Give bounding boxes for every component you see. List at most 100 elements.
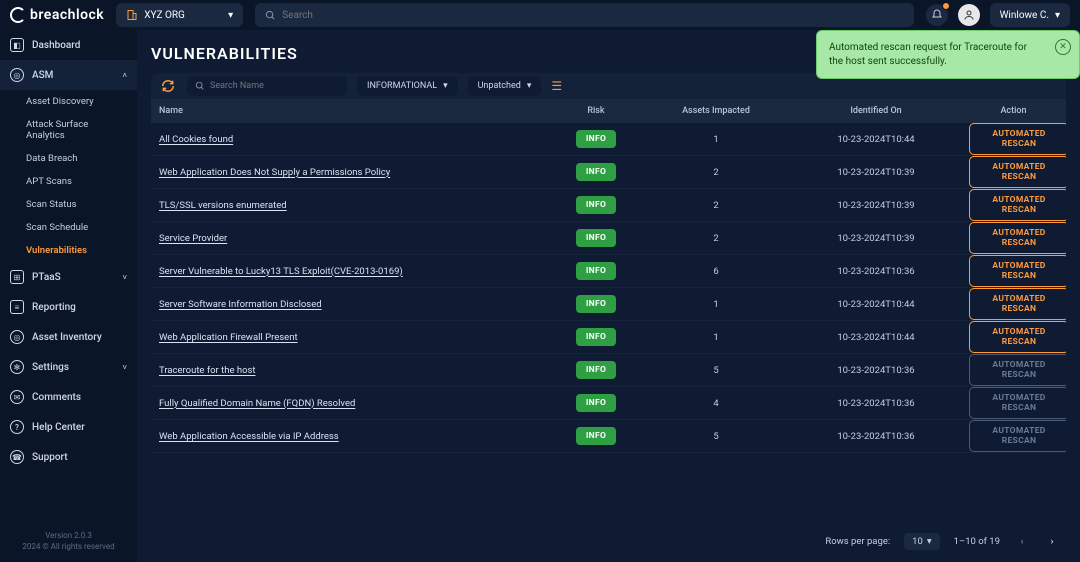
nav-settings[interactable]: ✻ Settings ˅	[0, 352, 137, 382]
filter-label: INFORMATIONAL	[367, 81, 437, 91]
copyright-text: 2024 © All rights reserved	[4, 541, 133, 552]
page-range: 1–10 of 19	[954, 536, 1000, 547]
org-selector[interactable]: XYZ ORG ▾	[116, 3, 243, 27]
nav-help[interactable]: ? Help Center	[0, 412, 137, 442]
table-search-input[interactable]	[210, 81, 339, 91]
nav-dashboard[interactable]: ◧ Dashboard	[0, 30, 137, 60]
rows-per-page-select[interactable]: 10 ▾	[904, 533, 939, 550]
col-date[interactable]: Identified On	[791, 99, 961, 123]
nav-asm-sub[interactable]: Scan Status	[0, 193, 137, 216]
chevron-down-icon: ▾	[1055, 10, 1060, 21]
table-row: TLS/SSL versions enumeratedINFO210-23-20…	[151, 189, 1066, 222]
vuln-link[interactable]: Service Provider	[159, 233, 227, 244]
nav-asset-inventory[interactable]: ◎ Asset Inventory	[0, 322, 137, 352]
vuln-link[interactable]: Web Application Does Not Supply a Permis…	[159, 167, 390, 178]
col-name[interactable]: Name	[151, 99, 551, 123]
table-row: Web Application Firewall PresentINFO110-…	[151, 321, 1066, 354]
automated-rescan-button[interactable]: AUTOMATED RESCAN	[969, 156, 1066, 188]
nav-asm[interactable]: ◎ ASM ˄	[0, 60, 137, 90]
risk-badge: INFO	[576, 394, 616, 412]
nav-support[interactable]: ☎ Support	[0, 442, 137, 472]
identified-on: 10-23-2024T10:44	[791, 288, 961, 321]
table-row: Service ProviderINFO210-23-2024T10:39AUT…	[151, 222, 1066, 255]
risk-badge: INFO	[576, 295, 616, 313]
vuln-link[interactable]: Web Application Accessible via IP Addres…	[159, 431, 339, 442]
logo-icon	[10, 7, 26, 23]
assets-count: 2	[641, 222, 791, 255]
filter-lines-button[interactable]: ☰	[551, 79, 562, 93]
automated-rescan-button[interactable]: AUTOMATED RESCAN	[969, 321, 1066, 353]
nav-asm-sub[interactable]: Data Breach	[0, 147, 137, 170]
rows-per-page-label: Rows per page:	[825, 536, 890, 547]
user-menu[interactable]: Winlowe C. ▾	[990, 3, 1070, 27]
identified-on: 10-23-2024T10:36	[791, 387, 961, 420]
assets-count: 4	[641, 387, 791, 420]
vuln-link[interactable]: All Cookies found	[159, 134, 233, 145]
vuln-link[interactable]: Web Application Firewall Present	[159, 332, 298, 343]
severity-filter[interactable]: INFORMATIONAL ▾	[357, 76, 458, 96]
table-row: All Cookies foundINFO110-23-2024T10:44AU…	[151, 123, 1066, 156]
brand-text: breachlock	[30, 7, 104, 23]
nav-label: Settings	[32, 362, 69, 373]
account-button[interactable]	[958, 4, 980, 26]
identified-on: 10-23-2024T10:44	[791, 321, 961, 354]
table-row: Web Application Accessible via IP Addres…	[151, 420, 1066, 453]
vuln-link[interactable]: Traceroute for the host	[159, 365, 256, 376]
automated-rescan-button[interactable]: AUTOMATED RESCAN	[969, 222, 1066, 254]
table-search[interactable]	[187, 76, 347, 96]
automated-rescan-button: AUTOMATED RESCAN	[969, 420, 1066, 452]
col-assets[interactable]: Assets Impacted	[641, 99, 791, 123]
nav-label: Support	[32, 452, 68, 463]
nav-ptaas[interactable]: ⊞ PTaaS ˅	[0, 262, 137, 292]
identified-on: 10-23-2024T10:36	[791, 255, 961, 288]
risk-badge: INFO	[576, 163, 616, 181]
sidebar: ◧ Dashboard ◎ ASM ˄ Asset DiscoveryAttac…	[0, 30, 137, 562]
refresh-button[interactable]	[159, 77, 177, 95]
toast-close-button[interactable]: ✕	[1055, 39, 1071, 55]
notifications-button[interactable]	[926, 4, 948, 26]
table-row: Server Software Information Disclosed INF…	[151, 288, 1066, 321]
comment-icon: ✉	[10, 390, 24, 404]
assets-count: 2	[641, 156, 791, 189]
nav-reporting[interactable]: ≡ Reporting	[0, 292, 137, 322]
automated-rescan-button[interactable]: AUTOMATED RESCAN	[969, 189, 1066, 221]
risk-badge: INFO	[576, 262, 616, 280]
automated-rescan-button[interactable]: AUTOMATED RESCAN	[969, 288, 1066, 320]
toast-message: Automated rescan request for Traceroute …	[829, 42, 1027, 67]
nav-asm-sub[interactable]: Vulnerabilities	[0, 239, 137, 262]
nav-asm-sub[interactable]: Scan Schedule	[0, 216, 137, 239]
nav-label: PTaaS	[32, 272, 61, 283]
ptaas-icon: ⊞	[10, 270, 24, 284]
nav-label: Dashboard	[32, 40, 80, 51]
automated-rescan-button[interactable]: AUTOMATED RESCAN	[969, 123, 1066, 155]
filter-label: Unpatched	[478, 81, 521, 91]
nav-asm-sub[interactable]: Asset Discovery	[0, 90, 137, 113]
col-action: Action	[961, 99, 1066, 123]
support-icon: ☎	[10, 450, 24, 464]
global-search-input[interactable]	[282, 10, 903, 21]
vuln-link[interactable]: Server Vulnerable to Lucky13 TLS Exploit…	[159, 266, 403, 277]
col-risk[interactable]: Risk	[551, 99, 641, 123]
identified-on: 10-23-2024T10:36	[791, 354, 961, 387]
risk-badge: INFO	[576, 196, 616, 214]
risk-badge: INFO	[576, 130, 616, 148]
vuln-link[interactable]: TLS/SSL versions enumerated	[159, 200, 287, 211]
vuln-link[interactable]: Fully Qualified Domain Name (FQDN) Resol…	[159, 398, 355, 409]
status-filter[interactable]: Unpatched ▾	[468, 76, 542, 96]
global-search[interactable]	[255, 3, 913, 27]
automated-rescan-button: AUTOMATED RESCAN	[969, 354, 1066, 386]
vuln-link[interactable]: Server Software Information Disclosed	[159, 299, 322, 310]
notification-dot	[942, 2, 950, 10]
table-row: Web Application Does Not Supply a Permis…	[151, 156, 1066, 189]
nav-asm-sub[interactable]: APT Scans	[0, 170, 137, 193]
nav-asm-sub[interactable]: Attack Surface Analytics	[0, 113, 137, 147]
assets-count: 5	[641, 420, 791, 453]
next-page-button[interactable]: ›	[1044, 536, 1060, 547]
search-icon	[265, 10, 276, 21]
rows-value: 10	[912, 536, 923, 547]
identified-on: 10-23-2024T10:39	[791, 189, 961, 222]
prev-page-button[interactable]: ‹	[1014, 536, 1030, 547]
assets-count: 5	[641, 354, 791, 387]
nav-comments[interactable]: ✉ Comments	[0, 382, 137, 412]
automated-rescan-button[interactable]: AUTOMATED RESCAN	[969, 255, 1066, 287]
